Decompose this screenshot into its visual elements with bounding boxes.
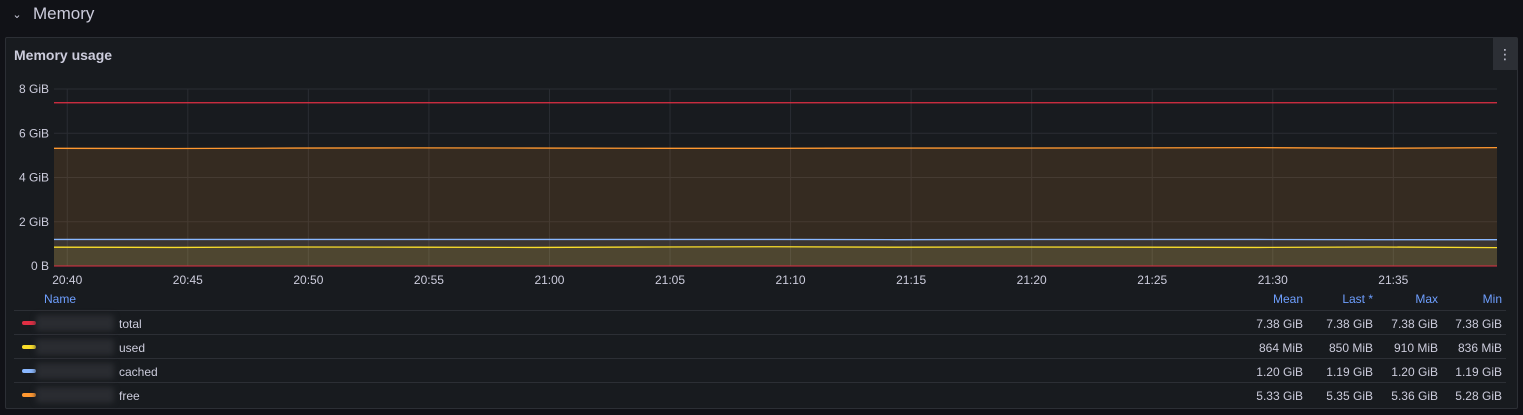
legend-mean: 7.38 GiB — [1256, 317, 1303, 331]
legend-max: 7.38 GiB — [1391, 317, 1438, 331]
legend-min: 836 MiB — [1457, 341, 1502, 355]
legend-last: 7.38 GiB — [1326, 317, 1373, 331]
memory-chart: 0 B 2 GiB 4 GiB 6 GiB 8 GiB 20:40 20:45 20:50 20… — [19, 82, 1498, 287]
x-tick-label: 21:35 — [1378, 273, 1408, 287]
x-tick-label: 20:45 — [173, 273, 203, 287]
legend-swatch — [22, 321, 36, 325]
legend-swatch — [22, 393, 36, 397]
legend-last: 5.35 GiB — [1326, 389, 1373, 403]
legend-mean: 864 MiB — [1258, 341, 1303, 355]
legend-mean: 5.33 GiB — [1256, 389, 1303, 403]
legend-max: 1.20 GiB — [1391, 365, 1438, 379]
x-tick-label: 21:10 — [776, 273, 806, 287]
x-tick-label: 21:30 — [1258, 273, 1288, 287]
legend-header-mean[interactable]: Mean — [1233, 292, 1303, 306]
legend-row-free[interactable]: free 5.33 GiB 5.35 GiB 5.36 GiB 5.28 GiB — [14, 382, 1506, 406]
x-tick-label: 20:55 — [414, 273, 444, 287]
legend-series-name[interactable]: total — [119, 317, 142, 331]
legend-series-name[interactable]: cached — [119, 365, 158, 379]
legend-series-name[interactable]: free — [119, 389, 140, 403]
legend-header-min[interactable]: Min — [1432, 292, 1502, 306]
legend-row-total[interactable]: total 7.38 GiB 7.38 GiB 7.38 GiB 7.38 Gi… — [14, 310, 1506, 334]
legend-max: 910 MiB — [1393, 341, 1438, 355]
x-tick-label: 21:00 — [534, 273, 564, 287]
x-tick-label: 20:50 — [293, 273, 323, 287]
legend-min: 1.19 GiB — [1455, 365, 1502, 379]
legend-header-max[interactable]: Max — [1368, 292, 1438, 306]
redacted-label — [36, 363, 114, 379]
x-tick-label: 20:40 — [52, 273, 82, 287]
y-tick-label: 2 GiB — [19, 215, 49, 229]
y-tick-label: 0 B — [31, 259, 49, 273]
x-tick-label: 21:20 — [1017, 273, 1047, 287]
x-tick-label: 21:25 — [1137, 273, 1167, 287]
y-tick-label: 4 GiB — [19, 171, 49, 185]
free-line — [53, 146, 1498, 150]
legend-row-used[interactable]: used 864 MiB 850 MiB 910 MiB 836 MiB — [14, 334, 1506, 358]
legend-row-cached[interactable]: cached 1.20 GiB 1.19 GiB 1.20 GiB 1.19 G… — [14, 358, 1506, 382]
legend-header-last[interactable]: Last * — [1303, 292, 1373, 306]
y-tick-label: 6 GiB — [19, 126, 49, 140]
legend-header-name[interactable]: Name — [44, 292, 76, 306]
legend-swatch — [22, 369, 36, 373]
y-tick-label: 8 GiB — [19, 82, 49, 96]
x-tick-label: 21:15 — [896, 273, 926, 287]
redacted-label — [36, 315, 114, 331]
redacted-label — [36, 339, 114, 355]
legend-header: Name Mean Last * Max Min — [14, 290, 1506, 310]
legend-table: Name Mean Last * Max Min total 7.38 GiB … — [14, 290, 1506, 406]
redacted-label — [36, 387, 114, 403]
used-area — [54, 246, 1497, 266]
legend-min: 5.28 GiB — [1455, 389, 1502, 403]
legend-max: 5.36 GiB — [1391, 389, 1438, 403]
legend-last: 1.19 GiB — [1326, 365, 1373, 379]
x-tick-label: 21:05 — [655, 273, 685, 287]
legend-mean: 1.20 GiB — [1256, 365, 1303, 379]
legend-min: 7.38 GiB — [1455, 317, 1502, 331]
legend-swatch — [22, 345, 36, 349]
legend-last: 850 MiB — [1328, 341, 1373, 355]
legend-series-name[interactable]: used — [119, 341, 145, 355]
